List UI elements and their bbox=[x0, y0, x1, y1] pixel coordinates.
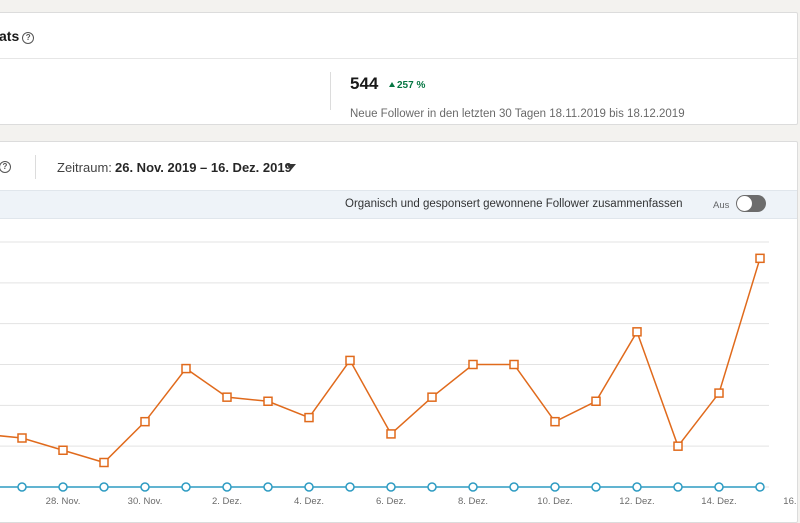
organic-point bbox=[181, 363, 191, 374]
sponsored-point bbox=[714, 482, 724, 492]
stat-description: Neue Follower in den letzten 30 Tagen 18… bbox=[350, 108, 685, 120]
organic-series-line bbox=[0, 258, 761, 464]
sponsored-point bbox=[17, 482, 27, 492]
stat-divider bbox=[330, 72, 331, 110]
x-tick-label: 30. Nov. bbox=[128, 496, 163, 507]
summary-card: ats? 544 257 % Neue Follower in den letz… bbox=[0, 12, 798, 125]
x-tick-label: 10. Dez. bbox=[537, 496, 572, 507]
organic-point bbox=[222, 392, 232, 402]
organic-point bbox=[140, 416, 150, 427]
organic-point bbox=[591, 396, 601, 406]
sponsored-point bbox=[591, 482, 601, 492]
followers-line-chart: 28. Nov. 30. Nov. 2. Dez. 4. Dez. 6. Dez. 8. … bbox=[0, 241, 797, 507]
arrow-up-icon bbox=[389, 82, 395, 87]
organic-point bbox=[632, 327, 642, 337]
organic-point bbox=[509, 359, 519, 370]
help-icon[interactable]: ? bbox=[22, 32, 35, 44]
change-badge: 257 % bbox=[389, 80, 425, 91]
organic-point bbox=[673, 441, 683, 451]
sponsored-point bbox=[222, 482, 232, 492]
sponsored-point bbox=[181, 482, 191, 492]
organic-point bbox=[58, 445, 68, 455]
x-tick-label: 28. Nov. bbox=[46, 496, 81, 507]
sponsored-point bbox=[468, 482, 478, 492]
sponsored-point bbox=[345, 482, 355, 492]
sponsored-point bbox=[673, 482, 683, 492]
organic-point bbox=[550, 416, 560, 427]
sponsored-point bbox=[58, 482, 68, 492]
x-tick-label: 6. Dez. bbox=[376, 496, 406, 507]
sponsored-point bbox=[550, 482, 560, 492]
organic-point bbox=[263, 396, 273, 406]
sponsored-point bbox=[632, 482, 642, 492]
followers-chart-card: ? Zeitraum: 26. Nov. 2019 – 16. Dez. 201… bbox=[0, 141, 798, 523]
x-tick-label: 16. Dez. bbox=[783, 496, 797, 507]
sponsored-point bbox=[427, 482, 437, 492]
organic-point bbox=[468, 359, 478, 370]
new-followers-count: 544 bbox=[350, 74, 379, 93]
x-tick-label: 12. Dez. bbox=[619, 496, 654, 507]
sponsored-point bbox=[755, 482, 765, 492]
summary-title: ats? bbox=[0, 28, 35, 44]
organic-point bbox=[99, 457, 109, 468]
sponsored-point bbox=[509, 482, 519, 492]
sponsored-point bbox=[99, 482, 109, 492]
sponsored-point bbox=[140, 482, 150, 492]
organic-point bbox=[386, 429, 396, 439]
summary-header: ats? bbox=[0, 13, 797, 59]
organic-point bbox=[714, 388, 724, 398]
x-tick-label: 14. Dez. bbox=[701, 496, 736, 507]
organic-point bbox=[304, 412, 314, 423]
organic-point bbox=[755, 253, 765, 264]
x-tick-label: 2. Dez. bbox=[212, 496, 242, 507]
organic-point bbox=[345, 355, 355, 366]
x-tick-label: 8. Dez. bbox=[458, 496, 488, 507]
organic-point bbox=[17, 433, 27, 443]
organic-point bbox=[427, 392, 437, 402]
sponsored-point bbox=[304, 482, 314, 492]
sponsored-point bbox=[263, 482, 273, 492]
x-tick-label: 4. Dez. bbox=[294, 496, 324, 507]
sponsored-point bbox=[386, 482, 396, 492]
